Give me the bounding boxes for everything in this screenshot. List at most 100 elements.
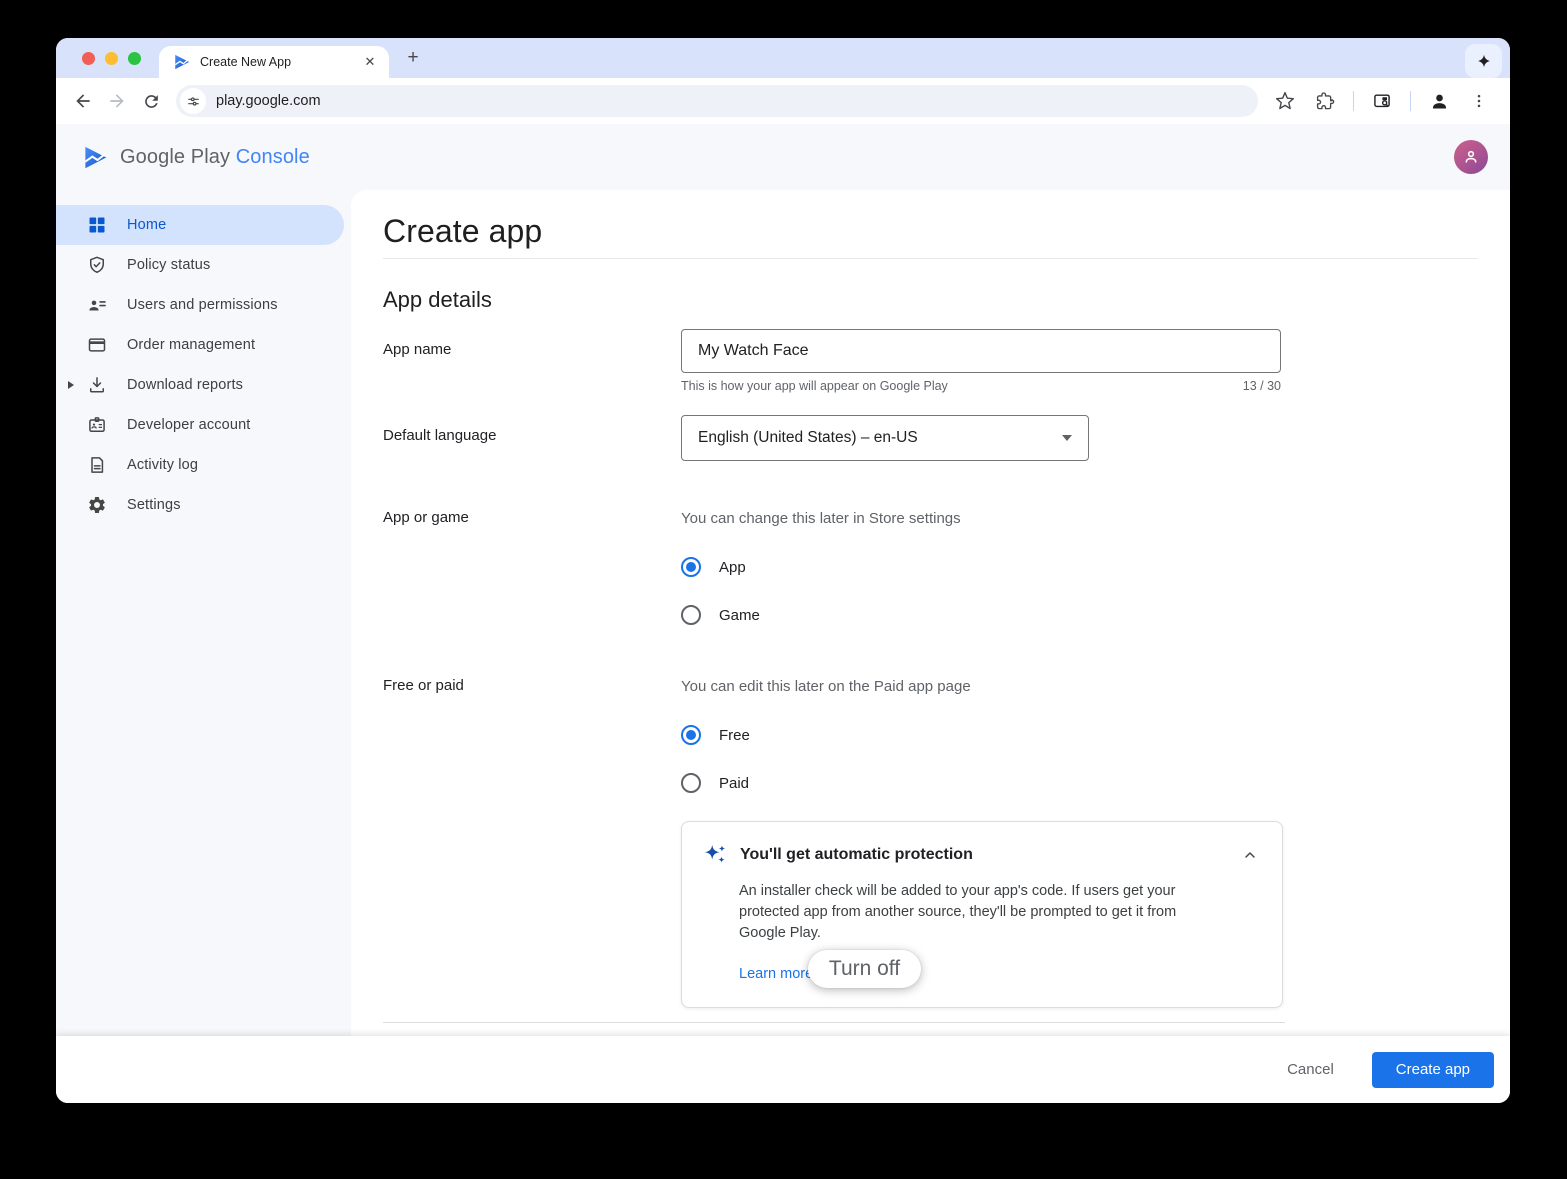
- browser-tab[interactable]: Create New App ✕: [159, 46, 389, 78]
- google-play-console-logo[interactable]: Google Play Console: [82, 144, 310, 171]
- main-panel: Create app App details App name This is …: [351, 190, 1510, 1036]
- app-name-input[interactable]: [681, 329, 1281, 373]
- radio-option-free[interactable]: Free: [681, 725, 971, 745]
- toolbar-divider: [1353, 91, 1354, 111]
- default-language-select[interactable]: English (United States) – en-US: [681, 415, 1089, 461]
- free-or-paid-note: You can edit this later on the Paid app …: [681, 677, 971, 697]
- play-logo-icon: [82, 144, 109, 171]
- site-settings-chip[interactable]: [180, 88, 206, 114]
- sidebar-item-developer-account[interactable]: Developer account: [56, 405, 351, 445]
- sidebar-item-activity-log[interactable]: Activity log: [56, 445, 351, 485]
- grid-icon: [86, 214, 108, 236]
- create-app-button[interactable]: Create app: [1372, 1052, 1494, 1088]
- close-window-button[interactable]: [82, 52, 95, 65]
- shield-check-icon: [86, 254, 108, 276]
- avatar-person-icon: [1462, 148, 1480, 166]
- page-title: Create app: [383, 208, 1478, 254]
- radio-icon[interactable]: [681, 557, 701, 577]
- footer-action-bar: Cancel Create app: [56, 1036, 1510, 1103]
- chevron-down-icon: [1062, 435, 1072, 441]
- sidebar-item-label: Settings: [127, 497, 181, 513]
- default-language-label: Default language: [383, 415, 681, 461]
- app-name-label: App name: [383, 329, 681, 393]
- sidebar-item-label: Users and permissions: [127, 297, 278, 313]
- tab-close-icon[interactable]: ✕: [361, 53, 379, 71]
- tune-icon: [186, 94, 201, 109]
- forward-button[interactable]: [100, 84, 134, 118]
- download-icon: [86, 374, 108, 396]
- sidebar-item-policy-status[interactable]: Policy status: [56, 245, 351, 285]
- reload-button[interactable]: [134, 84, 168, 118]
- toolbar-divider: [1410, 91, 1411, 111]
- tab-strip: Create New App ✕ +: [56, 38, 1510, 78]
- bookmark-button[interactable]: [1268, 84, 1302, 118]
- app-or-game-label: App or game: [383, 509, 681, 625]
- sidebar-item-label: Download reports: [127, 377, 243, 393]
- sidebar-item-settings[interactable]: Settings: [56, 485, 351, 525]
- turn-off-button[interactable]: Turn off: [808, 950, 921, 988]
- app-name-helper-text: This is how your app will appear on Goog…: [681, 379, 948, 393]
- radio-option-paid[interactable]: Paid: [681, 773, 971, 793]
- radio-label: Free: [719, 727, 750, 744]
- logo-text-google-play: Google Play: [120, 146, 230, 168]
- collapse-card-button[interactable]: [1238, 843, 1262, 867]
- url-bar[interactable]: play.google.com: [176, 85, 1258, 117]
- sidebar-item-label: Developer account: [127, 417, 250, 433]
- users-icon: [86, 294, 108, 316]
- credit-card-icon: [86, 334, 108, 356]
- default-language-value: English (United States) – en-US: [698, 429, 918, 447]
- sidebar-nav: Home Policy status: [56, 190, 351, 1036]
- back-button[interactable]: [66, 84, 100, 118]
- back-arrow-icon: [73, 91, 93, 111]
- person-icon: [1429, 91, 1450, 112]
- expand-caret-icon[interactable]: [68, 381, 74, 389]
- free-or-paid-label: Free or paid: [383, 677, 681, 793]
- app-or-game-note: You can change this later in Store setti…: [681, 509, 961, 529]
- learn-more-link[interactable]: Learn more: [739, 966, 813, 982]
- kebab-menu-icon: [1470, 92, 1488, 110]
- new-tab-button[interactable]: +: [399, 44, 427, 72]
- browser-toolbar: play.google.com: [56, 78, 1510, 124]
- account-avatar[interactable]: [1454, 140, 1488, 174]
- sidebar-item-label: Order management: [127, 337, 255, 353]
- radio-icon[interactable]: [681, 773, 701, 793]
- fullscreen-window-button[interactable]: [128, 52, 141, 65]
- gear-icon: [86, 494, 108, 516]
- forward-arrow-icon: [107, 91, 127, 111]
- window-search-icon: [1372, 91, 1392, 111]
- radio-option-game[interactable]: Game: [681, 605, 961, 625]
- app-name-char-counter: 13 / 30: [1243, 379, 1281, 393]
- badge-icon: [86, 414, 108, 436]
- document-icon: [86, 454, 108, 476]
- sidebar-item-label: Home: [127, 217, 166, 233]
- minimize-window-button[interactable]: [105, 52, 118, 65]
- sidebar-item-users-permissions[interactable]: Users and permissions: [56, 285, 351, 325]
- profile-button[interactable]: [1422, 84, 1456, 118]
- reload-icon: [142, 92, 161, 111]
- sparkle-icon: [702, 842, 728, 868]
- star-icon: [1275, 91, 1295, 111]
- window-controls: [56, 52, 159, 65]
- extensions-button[interactable]: [1308, 84, 1342, 118]
- radio-icon[interactable]: [681, 725, 701, 745]
- automatic-protection-card: You'll get automatic protection An insta…: [681, 821, 1283, 1008]
- google-play-favicon-icon: [173, 53, 191, 71]
- sidebar-item-order-management[interactable]: Order management: [56, 325, 351, 365]
- console-header: Google Play Console: [56, 124, 1510, 190]
- chrome-sparkle-button[interactable]: [1465, 44, 1502, 78]
- radio-label: Game: [719, 607, 760, 624]
- radio-label: Paid: [719, 775, 749, 792]
- url-text: play.google.com: [216, 93, 321, 109]
- search-tabs-button[interactable]: [1365, 84, 1399, 118]
- radio-option-app[interactable]: App: [681, 557, 961, 577]
- radio-icon[interactable]: [681, 605, 701, 625]
- title-divider: [383, 258, 1478, 259]
- sidebar-item-download-reports[interactable]: Download reports: [56, 365, 351, 405]
- tab-title: Create New App: [200, 55, 361, 69]
- browser-window: Create New App ✕ + pl: [56, 38, 1510, 1103]
- sparkle-icon: [1476, 53, 1492, 69]
- cancel-button[interactable]: Cancel: [1267, 1053, 1354, 1086]
- browser-menu-button[interactable]: [1462, 84, 1496, 118]
- sidebar-item-home[interactable]: Home: [56, 205, 344, 245]
- puzzle-icon: [1316, 92, 1335, 111]
